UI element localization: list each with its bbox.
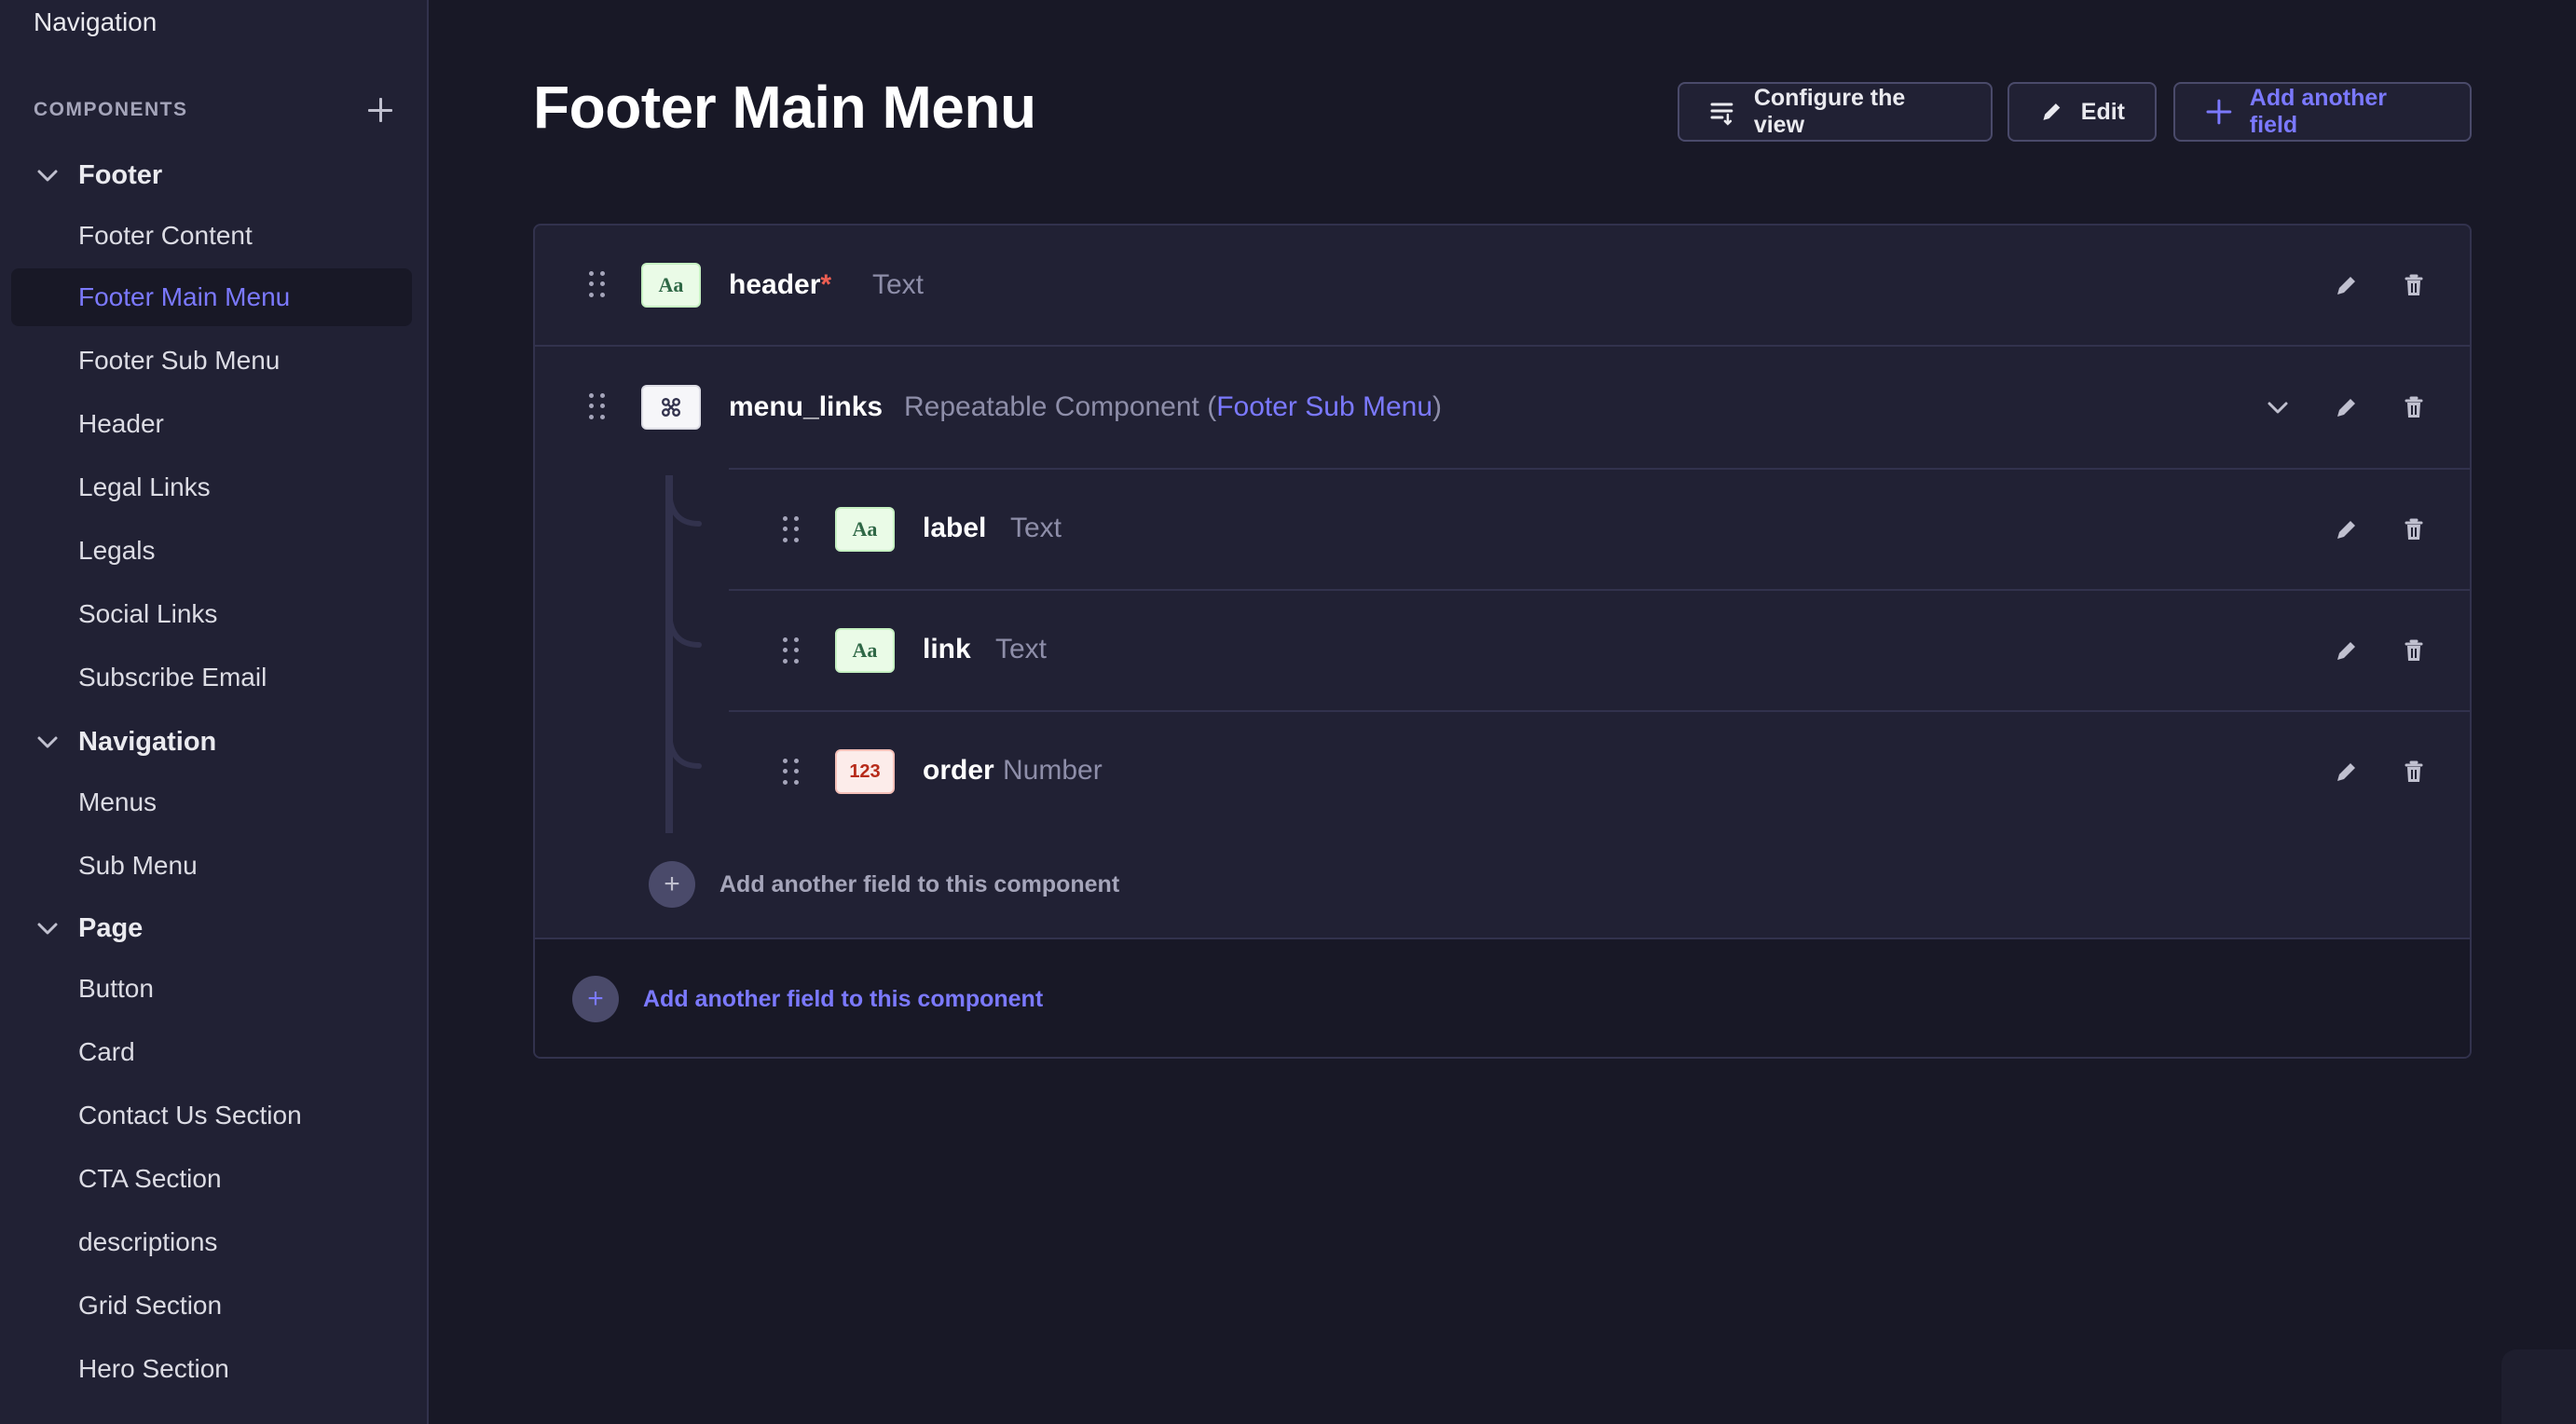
sidebar-item-legal-links[interactable]: Legal Links	[11, 459, 412, 516]
field-name-text: header	[729, 269, 821, 300]
plus-circle-icon: +	[572, 976, 619, 1022]
sidebar-group-label: Footer	[78, 159, 163, 190]
sidebar-item-social-links[interactable]: Social Links	[11, 585, 412, 643]
add-outer-label: Add another field to this component	[643, 985, 1044, 1012]
sidebar-item-footer-sub-menu[interactable]: Footer Sub Menu	[11, 332, 412, 390]
sidebar-item-card[interactable]: Card	[11, 1023, 412, 1081]
text-type-icon: Aa	[835, 507, 895, 552]
sidebar-item-footer-content[interactable]: Footer Content	[11, 207, 412, 265]
edit-label: Edit	[2080, 98, 2125, 125]
sidebar-item-descriptions[interactable]: descriptions	[11, 1213, 412, 1271]
field-type: Text	[1010, 513, 1062, 543]
sidebar-group-label: Page	[78, 912, 144, 943]
sidebar-item-hero-section[interactable]: Hero Section	[11, 1340, 412, 1398]
plus-circle-icon: +	[649, 861, 695, 908]
sub-field-row-order: 123 order Number	[729, 710, 2470, 831]
page-title: Footer Main Menu	[533, 74, 1036, 141]
pencil-icon	[2043, 103, 2061, 120]
field-type: Text	[995, 634, 1048, 664]
delete-field-icon[interactable]	[2395, 632, 2432, 669]
add-field-to-sub-component-button[interactable]: + Add another field to this component	[649, 861, 1119, 908]
field-type: Repeatable Component (Footer Sub Menu)	[904, 391, 1442, 423]
field-type: Text	[872, 269, 925, 300]
chevron-down-icon	[34, 728, 62, 756]
sidebar-item-contact-us-section[interactable]: Contact Us Section	[11, 1087, 412, 1144]
list-settings-icon	[1710, 103, 1733, 126]
add-field-to-component-button[interactable]: + Add another field to this component	[535, 939, 2470, 1057]
sidebar-item-footer-main-menu[interactable]: Footer Main Menu	[11, 268, 412, 326]
edit-field-icon[interactable]	[2328, 511, 2365, 548]
app: Navigation COMPONENTS Footer Footer Cont…	[0, 0, 2576, 1424]
add-inner-label: Add another field to this component	[719, 870, 1120, 897]
sidebar-item-legals[interactable]: Legals	[11, 522, 412, 580]
sidebar-item-subscribe-email[interactable]: Subscribe Email	[11, 649, 412, 706]
delete-field-icon[interactable]	[2395, 753, 2432, 790]
text-type-icon: Aa	[835, 628, 895, 673]
component-link[interactable]: Footer Sub Menu	[1216, 391, 1432, 422]
field-name: order	[923, 755, 994, 786]
components-section-title: COMPONENTS	[34, 99, 188, 120]
components-section-header: COMPONENTS	[34, 93, 395, 127]
delete-field-icon[interactable]	[2395, 267, 2432, 304]
field-row-menu-links: menu_links Repeatable Component (Footer …	[535, 347, 2470, 468]
text-type-icon: Aa	[641, 263, 701, 308]
sidebar-item-menus[interactable]: Menus	[11, 774, 412, 831]
tree-branches	[666, 486, 702, 769]
field-type-suffix: )	[1432, 391, 1443, 422]
field-type: Number	[1003, 755, 1103, 786]
plus-icon	[2206, 99, 2232, 125]
required-mark: *	[820, 269, 832, 300]
edit-field-icon[interactable]	[2328, 632, 2365, 669]
edit-field-icon[interactable]	[2328, 389, 2365, 426]
chevron-down-icon[interactable]	[2259, 389, 2296, 426]
configure-view-label: Configure the view	[1753, 85, 1906, 138]
edit-button[interactable]: Edit	[2007, 82, 2157, 142]
drag-handle-icon[interactable]	[783, 759, 802, 787]
component-type-icon	[641, 385, 701, 430]
sub-field-row-label: Aa label Text	[729, 468, 2470, 589]
sidebar-item-sub-menu[interactable]: Sub Menu	[11, 837, 412, 895]
configure-view-button[interactable]: Configure the view	[1678, 82, 1993, 142]
drag-handle-icon[interactable]	[589, 271, 608, 299]
sidebar-item-cta-section[interactable]: CTA Section	[11, 1150, 412, 1208]
chevron-down-icon	[34, 914, 62, 942]
add-component-icon[interactable]	[365, 95, 395, 125]
sidebar: Navigation COMPONENTS Footer Footer Cont…	[0, 0, 429, 1424]
sub-component-container: Aa label Text Aa link Text 123 order Num…	[535, 468, 2470, 939]
field-name: link	[923, 634, 971, 664]
fields-card: Aa header* Text menu_links Repeatable Co…	[533, 224, 2472, 1059]
field-name: label	[923, 513, 987, 543]
floating-widget[interactable]	[2501, 1349, 2576, 1424]
drag-handle-icon[interactable]	[783, 637, 802, 665]
add-another-field-button[interactable]: Add another field	[2173, 82, 2472, 142]
sidebar-item-grid-section[interactable]: Grid Section	[11, 1277, 412, 1335]
drag-handle-icon[interactable]	[589, 393, 608, 421]
field-type-prefix: Repeatable Component (	[904, 391, 1217, 422]
sidebar-group-navigation[interactable]: Navigation	[34, 718, 216, 766]
sidebar-item-header[interactable]: Header	[11, 395, 412, 453]
sidebar-item-button[interactable]: Button	[11, 960, 412, 1018]
sidebar-group-page[interactable]: Page	[34, 904, 143, 952]
edit-field-icon[interactable]	[2328, 753, 2365, 790]
delete-field-icon[interactable]	[2395, 511, 2432, 548]
delete-field-icon[interactable]	[2395, 389, 2432, 426]
sub-field-row-link: Aa link Text	[729, 589, 2470, 710]
field-name: menu_links	[729, 391, 884, 422]
sidebar-group-label: Navigation	[78, 726, 217, 757]
edit-field-icon[interactable]	[2328, 267, 2365, 304]
drag-handle-icon[interactable]	[783, 516, 802, 544]
add-another-field-label: Add another field	[2249, 85, 2388, 138]
field-row-header: Aa header* Text	[535, 226, 2470, 347]
sidebar-top-label[interactable]: Navigation	[34, 7, 157, 37]
chevron-down-icon	[34, 161, 62, 189]
field-name: header*	[729, 269, 831, 301]
number-type-icon: 123	[835, 749, 895, 794]
sidebar-group-footer[interactable]: Footer	[34, 151, 162, 199]
